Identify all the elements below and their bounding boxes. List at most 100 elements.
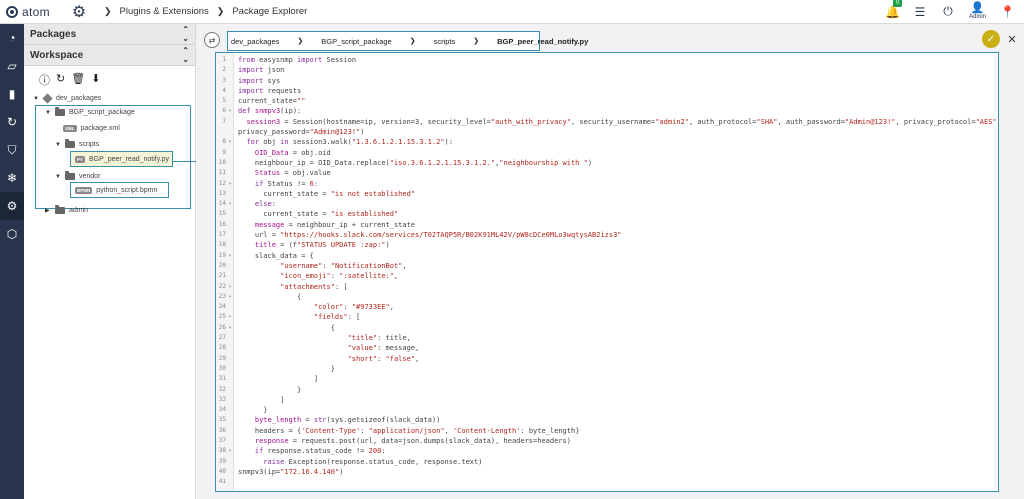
gear-icon[interactable]: ⚙ <box>0 192 24 220</box>
tree-node-py-file[interactable]: PY BGP_peer_read_notify.py <box>70 151 173 167</box>
help-icon[interactable]: ⓘ <box>39 72 50 88</box>
line-number: 28 <box>218 344 226 352</box>
line-number: 7 <box>222 117 226 125</box>
line-number: 30 <box>218 364 226 372</box>
app-logo[interactable]: atom <box>0 5 62 19</box>
tree-node-bpmn-file[interactable]: BPMN python_script.bpmn <box>70 182 169 198</box>
line-number: 19 <box>218 251 226 259</box>
atom-logo-icon <box>6 5 18 18</box>
workspace-header[interactable]: Workspace ⌃ ⌄ <box>24 45 195 66</box>
dashboard-icon[interactable]: ◔ <box>0 24 24 52</box>
line-number: 39 <box>218 457 226 465</box>
fold-icon[interactable]: ▾ <box>226 251 234 261</box>
package-panel: Packages ⌃ ⌄ Workspace ⌃ ⌄ ⓘ ↻ 🗑 ⬇ ▼ dev_p… <box>24 24 196 499</box>
line-number: 41 <box>218 478 226 486</box>
line-number: 26 <box>218 323 226 331</box>
fold-icon[interactable]: ▾ <box>226 323 234 333</box>
cycle-icon[interactable]: ↻ <box>0 108 24 136</box>
swap-view-button[interactable]: ⇄ <box>204 32 220 48</box>
line-number: 23 <box>218 292 226 300</box>
code-content[interactable]: 1 from easysnmp import Session 2 import js… <box>216 55 998 487</box>
path-item[interactable]: dev_packages <box>231 37 279 46</box>
tree-label: BGP_peer_read_notify.py <box>89 155 170 163</box>
path-item[interactable]: scripts <box>434 37 456 46</box>
code-editor[interactable]: 1 from easysnmp import Session 2 import js… <box>215 52 999 492</box>
swap-arrows-icon: ⇄ <box>208 35 216 45</box>
line-number: 29 <box>218 354 226 362</box>
chart-icon[interactable]: ▮ <box>0 80 24 108</box>
line-number: 34 <box>218 406 226 414</box>
expand-collapse-icon[interactable]: ⌃ ⌄ <box>182 46 189 64</box>
location-pin-icon[interactable]: 📍 <box>1000 5 1015 19</box>
line-number: 32 <box>218 385 226 393</box>
breadcrumb-item-package-explorer: Package Explorer <box>232 6 308 17</box>
caret-down-icon[interactable]: ▼ <box>33 96 39 102</box>
packages-title: Packages <box>30 28 77 40</box>
tree-node-package-xml[interactable]: XML package.xml <box>63 125 120 132</box>
cube-icon[interactable]: ⬡ <box>0 220 24 248</box>
user-icon: 👤 <box>970 2 985 14</box>
check-icon: ✓ <box>986 33 996 45</box>
fold-icon[interactable]: ▾ <box>226 179 234 189</box>
close-icon: ✕ <box>1007 33 1017 46</box>
packages-header[interactable]: Packages ⌃ ⌄ <box>24 24 195 45</box>
path-item[interactable]: BGP_script_package <box>321 37 391 46</box>
chevron-right-icon: ❯ <box>473 38 480 45</box>
path-item-current: BGP_peer_read_notify.py <box>497 36 589 46</box>
chevron-right-icon: ❯ <box>409 38 416 45</box>
line-number: 13 <box>218 189 226 197</box>
user-menu[interactable]: 👤 Admin <box>969 2 986 21</box>
line-number: 12 <box>218 179 226 187</box>
breadcrumb-item-plugins[interactable]: Plugins & Extensions <box>120 6 209 17</box>
fold-icon[interactable]: ▾ <box>226 282 234 292</box>
shield-icon[interactable]: ⛉ <box>0 136 24 164</box>
folder-icon <box>65 171 75 180</box>
trash-icon[interactable]: 🗑 <box>71 72 85 88</box>
line-number: 27 <box>218 334 226 342</box>
package-cube-icon <box>42 93 53 104</box>
line-number: 24 <box>218 303 226 311</box>
power-icon[interactable]: ⏻ <box>941 4 955 19</box>
book-icon[interactable]: ▱ <box>0 52 24 80</box>
caret-right-icon[interactable]: ▶ <box>45 207 51 214</box>
fold-icon[interactable]: ▾ <box>226 106 234 116</box>
caret-down-icon[interactable]: ▼ <box>45 110 51 116</box>
xml-file-icon: XML <box>63 125 77 132</box>
tree-label: admin <box>69 207 89 214</box>
refresh-icon[interactable]: ↻ <box>56 72 65 88</box>
main-area: ⇄ dev_packages ❯ BGP_script_package ❯ sc… <box>196 24 1024 499</box>
tree-label: package.xml <box>80 125 120 132</box>
line-number: 11 <box>218 169 226 177</box>
fold-icon[interactable]: ▾ <box>226 292 234 302</box>
confirm-button[interactable]: ✓ <box>982 30 1000 48</box>
python-file-icon: PY <box>75 155 86 163</box>
folder-icon <box>55 205 65 214</box>
bpmn-file-icon: BPMN <box>75 186 93 194</box>
line-number: 21 <box>218 272 226 280</box>
tree-node-scripts[interactable]: ▼ scripts <box>55 139 99 148</box>
line-number: 4 <box>222 86 226 94</box>
fold-icon[interactable]: ▾ <box>226 199 234 209</box>
caret-down-icon[interactable]: ▼ <box>55 174 61 180</box>
line-number: 6 <box>222 107 226 115</box>
line-number: 33 <box>218 395 226 403</box>
line-number: 8 <box>222 138 226 146</box>
tree-node-admin[interactable]: ▶ admin <box>45 205 89 214</box>
fold-icon[interactable]: ▾ <box>226 137 234 147</box>
tree-label: vendor <box>79 173 101 180</box>
fold-icon[interactable]: ▾ <box>226 312 234 322</box>
line-number: 31 <box>218 375 226 383</box>
snowflake-icon[interactable]: ❄ <box>0 164 24 192</box>
settings-gear-icon[interactable]: ⚙ <box>68 2 90 22</box>
list-icon[interactable]: ☰ <box>913 5 927 19</box>
tree-node-root[interactable]: ▼ dev_packages <box>33 93 101 104</box>
expand-collapse-icon[interactable]: ⌃ ⌄ <box>182 25 189 43</box>
close-button[interactable]: ✕ <box>1004 31 1020 47</box>
tree-node-vendor[interactable]: ▼ vendor <box>55 171 101 180</box>
download-icon[interactable]: ⬇ <box>91 72 100 88</box>
notification-bell-icon[interactable]: 🔔 0 <box>885 0 903 19</box>
line-number: 15 <box>218 210 226 218</box>
tree-node-package[interactable]: ▼ BGP_script_package <box>45 107 135 116</box>
fold-icon[interactable]: ▾ <box>226 446 234 456</box>
caret-down-icon[interactable]: ▼ <box>55 142 61 148</box>
